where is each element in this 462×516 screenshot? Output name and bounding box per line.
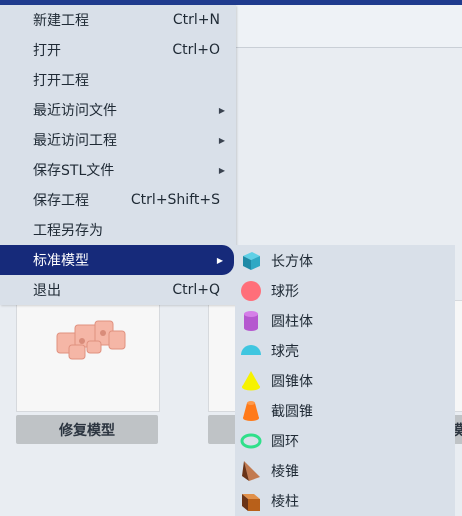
submenu-arrow-icon: ▶ (218, 135, 225, 145)
menu-item-save-project[interactable]: 保存工程 Ctrl+Shift+S (0, 185, 236, 215)
cube-icon (243, 252, 260, 270)
submenu-item-cylinder[interactable]: 圆柱体 (235, 306, 455, 336)
menu-item-label: 打开工程 (33, 73, 89, 89)
menu-item-label: 打开 (33, 43, 61, 59)
prism-icon (242, 494, 260, 511)
submenu-item-label: 圆锥体 (271, 374, 313, 390)
submenu-arrow-icon: ▶ (218, 165, 225, 175)
submenu-item-torus[interactable]: 圆环 (235, 426, 455, 456)
submenu-item-truncated-cone[interactable]: 截圆锥 (235, 396, 455, 426)
torus-icon (240, 433, 262, 449)
menu-item-recent-files[interactable]: 最近访问文件 ▶ (0, 95, 236, 125)
menu-item-label: 保存STL文件 (33, 163, 115, 179)
submenu-item-label: 球形 (271, 284, 299, 300)
menu-item-open-project[interactable]: 打开工程 (0, 65, 236, 95)
submenu-item-label: 棱锥 (271, 464, 299, 480)
standard-models-submenu: 长方体 球形 圆柱体 球壳 圆锥体 截圆锥 圆环 棱锥 棱柱 (235, 245, 455, 516)
model-card-label-repair[interactable]: 修复模型 (16, 415, 158, 444)
submenu-arrow-icon: ▶ (216, 255, 223, 265)
submenu-item-label: 棱柱 (271, 494, 299, 510)
menu-item-exit[interactable]: 退出 Ctrl+Q (0, 275, 236, 305)
model-card-label-2[interactable] (208, 415, 238, 444)
menu-item-standard-models[interactable]: 标准模型 ▶ (0, 245, 234, 275)
menu-item-save-project-as[interactable]: 工程另存为 (0, 215, 236, 245)
submenu-item-label: 圆柱体 (271, 314, 313, 330)
submenu-item-cuboid[interactable]: 长方体 (235, 246, 455, 276)
submenu-item-cone[interactable]: 圆锥体 (235, 366, 455, 396)
submenu-item-label: 圆环 (271, 434, 299, 450)
submenu-item-sphere[interactable]: 球形 (235, 276, 455, 306)
menu-item-recent-projects[interactable]: 最近访问工程 ▶ (0, 125, 236, 155)
submenu-item-pyramid[interactable]: 棱锥 (235, 456, 455, 486)
menu-item-shortcut: Ctrl+O (172, 42, 220, 58)
menu-item-shortcut: Ctrl+N (172, 12, 220, 28)
submenu-item-prism[interactable]: 棱柱 (235, 486, 455, 516)
menu-item-new-project[interactable]: 新建工程 Ctrl+N (0, 5, 236, 35)
truncated-cone-icon (243, 401, 259, 421)
menu-item-label: 退出 (33, 283, 61, 299)
menu-item-label: 工程另存为 (33, 223, 103, 239)
file-menu: 新建工程 Ctrl+N 打开 Ctrl+O 打开工程 最近访问文件 ▶ 最近访问… (0, 5, 236, 305)
submenu-arrow-icon: ▶ (218, 105, 225, 115)
menu-item-label: 保存工程 (33, 193, 89, 209)
pyramid-icon (242, 461, 260, 481)
sphere-shell-icon (241, 345, 261, 355)
cylinder-icon (244, 311, 258, 331)
submenu-item-sphere-shell[interactable]: 球壳 (235, 336, 455, 366)
submenu-item-label: 长方体 (271, 254, 313, 270)
sphere-icon (241, 281, 261, 301)
submenu-item-label: 球壳 (271, 344, 299, 360)
menu-item-label: 最近访问文件 (33, 103, 117, 119)
menu-item-label: 标准模型 (33, 253, 89, 269)
menu-item-save-stl[interactable]: 保存STL文件 ▶ (0, 155, 236, 185)
menu-item-label: 新建工程 (33, 13, 89, 29)
menu-item-open[interactable]: 打开 Ctrl+O (0, 35, 236, 65)
menu-item-shortcut: Ctrl+Shift+S (130, 192, 220, 208)
menu-item-shortcut: Ctrl+Q (172, 282, 220, 298)
cone-icon (242, 371, 260, 391)
model-card-repair[interactable] (16, 300, 160, 412)
submenu-item-label: 截圆锥 (271, 404, 313, 420)
model-thumbnail-icon (56, 320, 126, 360)
menu-item-label: 最近访问工程 (33, 133, 117, 149)
